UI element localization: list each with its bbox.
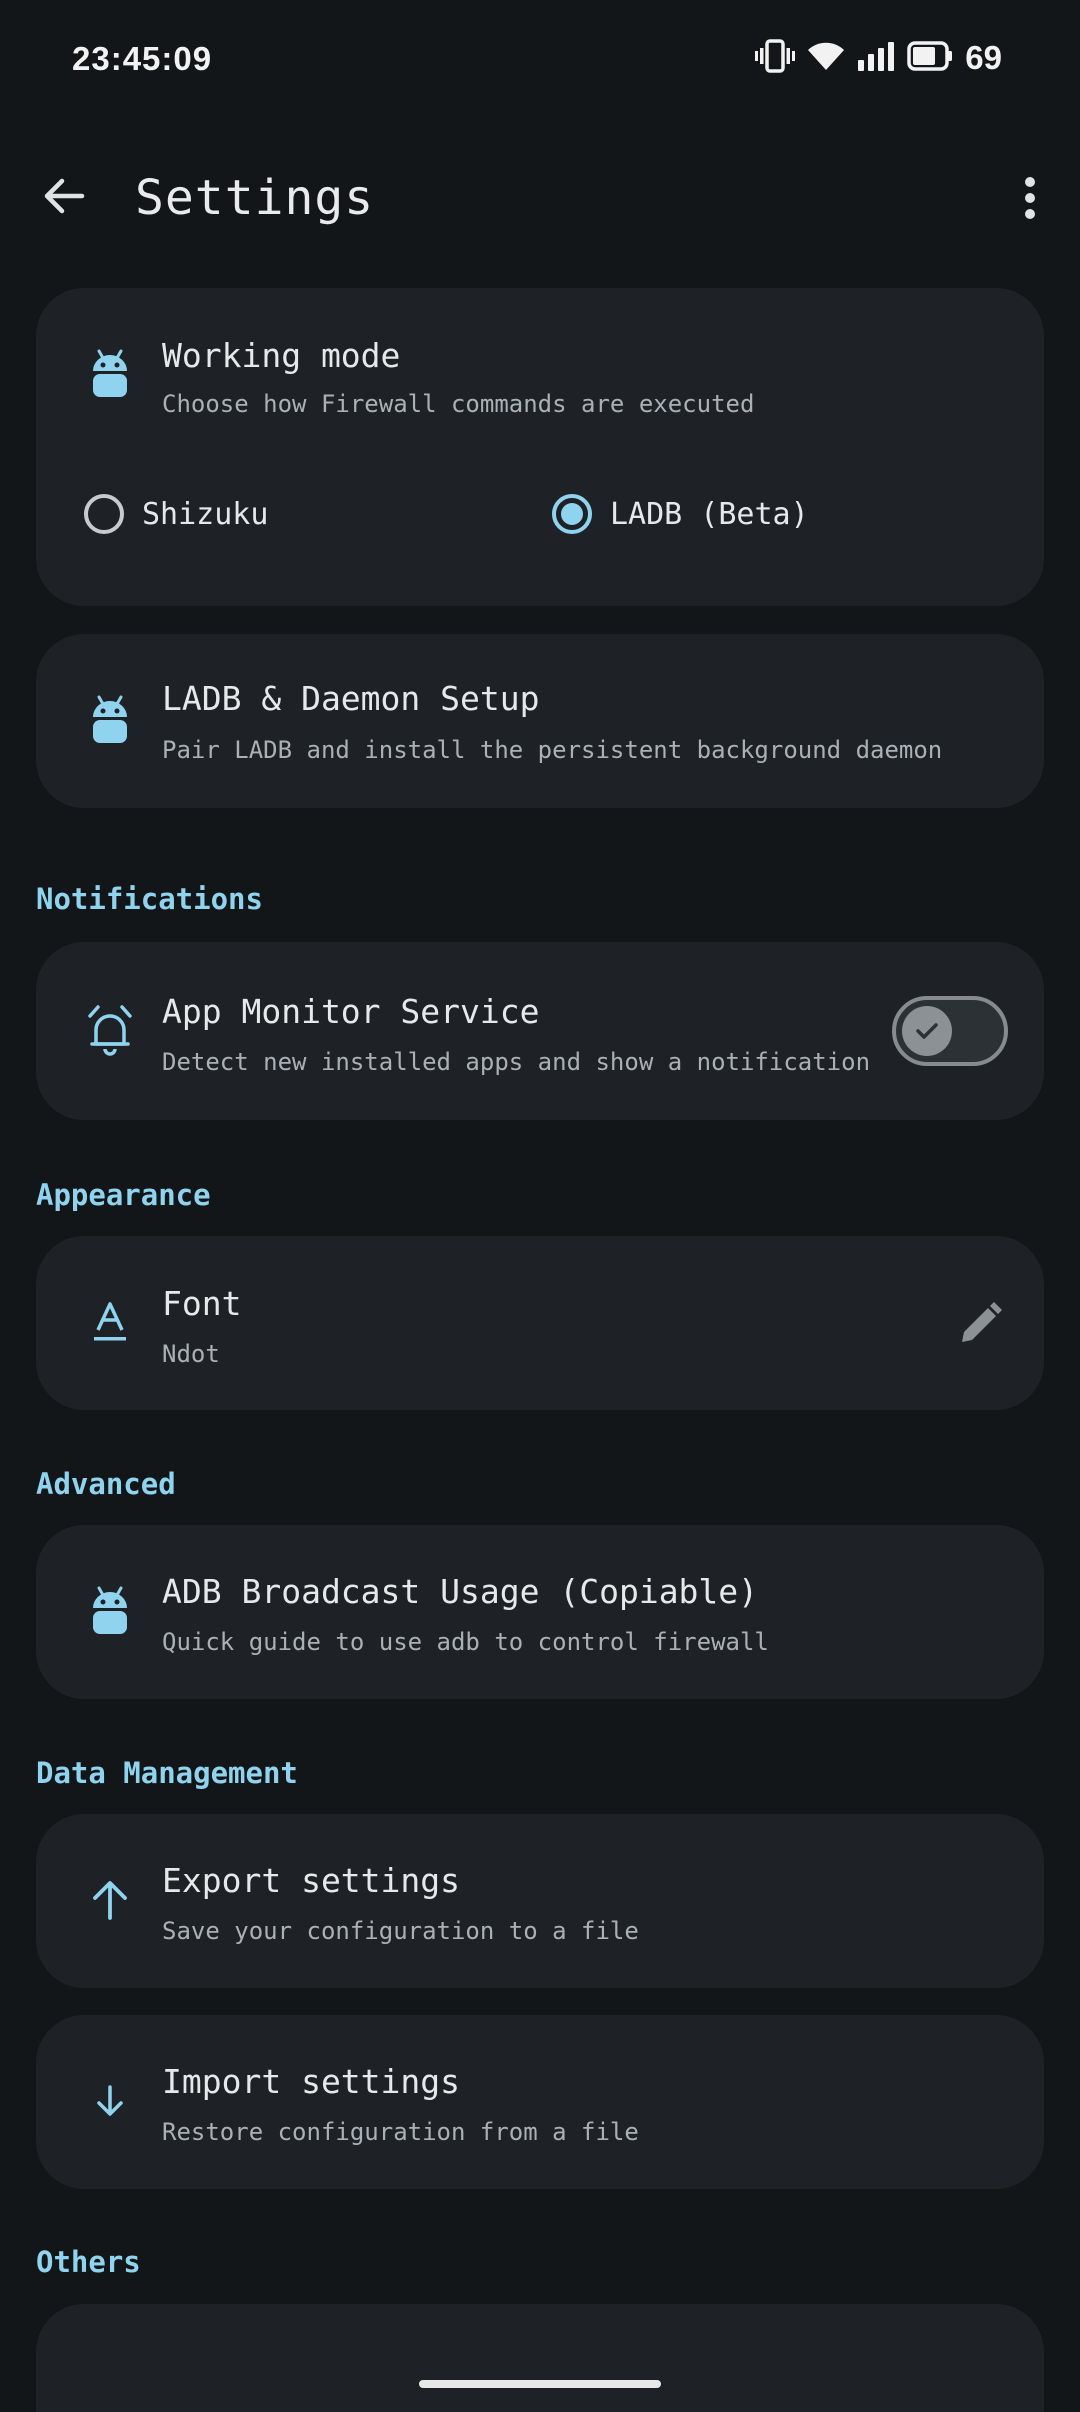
adb-broadcast-title: ADB Broadcast Usage (Copiable) — [162, 1572, 759, 1611]
android-icon — [80, 344, 140, 404]
radio-shizuku[interactable]: Shizuku — [84, 494, 268, 534]
radio-label: LADB (Beta) — [610, 496, 809, 532]
radio-button-selected[interactable] — [552, 494, 592, 534]
ladb-setup-subtitle: Pair LADB and install the persistent bac… — [162, 736, 943, 764]
battery-icon — [907, 41, 953, 75]
import-title: Import settings — [162, 2062, 461, 2101]
import-subtitle: Restore configuration from a file — [162, 2118, 639, 2146]
working-mode-card: Working mode Choose how Firewall command… — [36, 288, 1044, 606]
working-mode-title: Working mode — [162, 336, 401, 375]
radio-label: Shizuku — [142, 496, 269, 532]
export-title: Export settings — [162, 1861, 461, 1900]
text-format-icon — [80, 1292, 140, 1352]
status-icons: 69 — [755, 38, 1002, 78]
app-monitor-toggle[interactable] — [892, 996, 1008, 1066]
more-vert-icon — [1025, 177, 1035, 219]
battery-percent: 69 — [965, 39, 1002, 76]
wifi-icon — [807, 40, 845, 76]
section-notifications: Notifications — [36, 882, 263, 916]
android-icon — [80, 1581, 140, 1641]
home-indicator[interactable] — [419, 2380, 661, 2388]
back-button[interactable] — [36, 168, 92, 224]
font-title: Font — [162, 1284, 242, 1323]
vibrate-icon — [755, 38, 796, 78]
app-monitor-subtitle: Detect new installed apps and show a not… — [162, 1048, 871, 1076]
check-icon — [902, 1006, 952, 1056]
import-settings-card[interactable]: Import settings Restore configuration fr… — [36, 2015, 1044, 2189]
arrow-upward-icon — [80, 1870, 140, 1930]
page-title: Settings — [135, 170, 375, 226]
app-monitor-card[interactable]: App Monitor Service Detect new installed… — [36, 942, 1044, 1120]
ladb-setup-title: LADB & Daemon Setup — [162, 679, 540, 718]
font-card[interactable]: Font Ndot — [36, 1236, 1044, 1410]
more-options-button[interactable] — [1006, 170, 1054, 226]
export-subtitle: Save your configuration to a file — [162, 1917, 639, 1945]
status-time: 23:45:09 — [72, 40, 213, 77]
adb-broadcast-card[interactable]: ADB Broadcast Usage (Copiable) Quick gui… — [36, 1525, 1044, 1699]
arrow-downward-icon — [80, 2071, 140, 2131]
radio-ladb[interactable]: LADB (Beta) — [552, 494, 809, 534]
radio-button[interactable] — [84, 494, 124, 534]
export-settings-card[interactable]: Export settings Save your configuration … — [36, 1814, 1044, 1988]
section-advanced: Advanced — [36, 1467, 176, 1501]
others-card-partial[interactable] — [36, 2304, 1044, 2412]
edit-font-button[interactable] — [952, 1296, 1008, 1352]
arrow-back-icon — [44, 178, 85, 214]
signal-icon — [857, 40, 895, 76]
section-others: Others — [36, 2245, 141, 2279]
app-monitor-title: App Monitor Service — [162, 992, 540, 1031]
section-appearance: Appearance — [36, 1178, 211, 1212]
adb-broadcast-subtitle: Quick guide to use adb to control firewa… — [162, 1628, 769, 1656]
android-icon — [80, 690, 140, 750]
font-subtitle: Ndot — [162, 1340, 220, 1368]
section-data-management: Data Management — [36, 1756, 298, 1790]
ladb-setup-card[interactable]: LADB & Daemon Setup Pair LADB and instal… — [36, 634, 1044, 808]
alarm-bell-icon — [80, 1000, 140, 1060]
pencil-icon — [962, 1302, 1002, 1342]
working-mode-subtitle: Choose how Firewall commands are execute… — [162, 390, 755, 418]
